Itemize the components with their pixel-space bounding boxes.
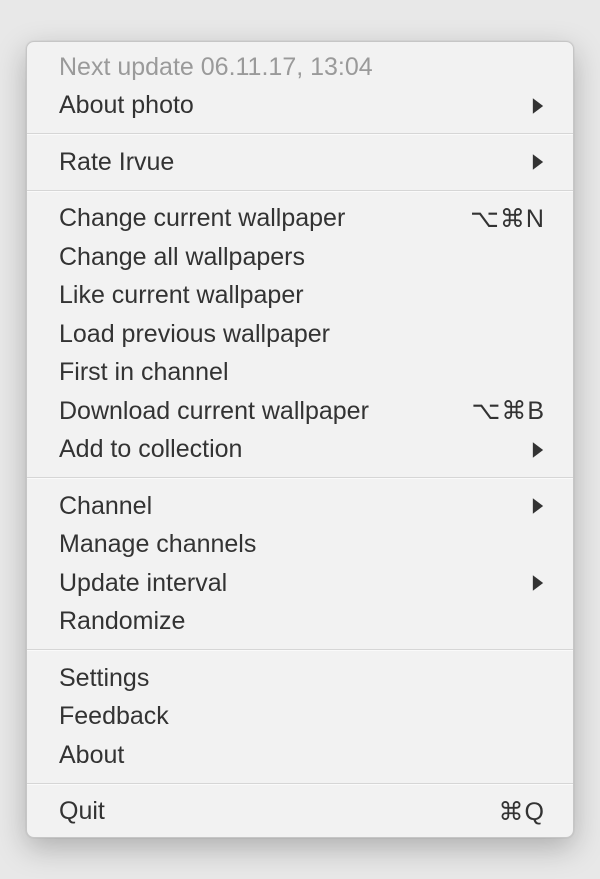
update-interval-label: Update interval	[59, 569, 517, 598]
about-photo-item[interactable]: About photo	[27, 87, 573, 126]
next-update-item: Next update 06.11.17, 13:04	[27, 48, 573, 87]
randomize-label: Randomize	[59, 607, 545, 636]
load-previous-wallpaper-label: Load previous wallpaper	[59, 320, 545, 349]
submenu-arrow-icon	[531, 497, 545, 515]
first-in-channel-item[interactable]: First in channel	[27, 354, 573, 393]
menu-separator	[27, 190, 573, 192]
feedback-label: Feedback	[59, 702, 545, 731]
submenu-arrow-icon	[531, 441, 545, 459]
rate-irvue-item[interactable]: Rate Irvue	[27, 143, 573, 182]
download-current-shortcut: ⌥⌘B	[472, 396, 545, 426]
download-current-wallpaper-item[interactable]: Download current wallpaper ⌥⌘B	[27, 392, 573, 431]
change-current-wallpaper-label: Change current wallpaper	[59, 204, 456, 233]
add-to-collection-label: Add to collection	[59, 435, 517, 464]
next-update-label: Next update 06.11.17, 13:04	[59, 53, 545, 82]
download-current-wallpaper-label: Download current wallpaper	[59, 397, 458, 426]
quit-label: Quit	[59, 797, 485, 826]
like-current-wallpaper-label: Like current wallpaper	[59, 281, 545, 310]
submenu-arrow-icon	[531, 574, 545, 592]
update-interval-item[interactable]: Update interval	[27, 564, 573, 603]
about-photo-label: About photo	[59, 91, 517, 120]
first-in-channel-label: First in channel	[59, 358, 545, 387]
channel-label: Channel	[59, 492, 517, 521]
manage-channels-item[interactable]: Manage channels	[27, 526, 573, 565]
quit-shortcut: ⌘Q	[499, 797, 545, 827]
menu-separator	[27, 783, 573, 785]
change-current-shortcut: ⌥⌘N	[470, 204, 545, 234]
randomize-item[interactable]: Randomize	[27, 603, 573, 642]
about-label: About	[59, 741, 545, 770]
context-menu: Next update 06.11.17, 13:04 About photo …	[26, 41, 574, 838]
manage-channels-label: Manage channels	[59, 530, 545, 559]
feedback-item[interactable]: Feedback	[27, 698, 573, 737]
add-to-collection-item[interactable]: Add to collection	[27, 431, 573, 470]
settings-label: Settings	[59, 664, 545, 693]
change-all-wallpapers-item[interactable]: Change all wallpapers	[27, 238, 573, 277]
about-item[interactable]: About	[27, 736, 573, 775]
change-all-wallpapers-label: Change all wallpapers	[59, 243, 545, 272]
submenu-arrow-icon	[531, 153, 545, 171]
menu-separator	[27, 133, 573, 135]
menu-separator	[27, 477, 573, 479]
menu-separator	[27, 649, 573, 651]
channel-item[interactable]: Channel	[27, 487, 573, 526]
settings-item[interactable]: Settings	[27, 659, 573, 698]
load-previous-wallpaper-item[interactable]: Load previous wallpaper	[27, 315, 573, 354]
quit-item[interactable]: Quit ⌘Q	[27, 793, 573, 832]
like-current-wallpaper-item[interactable]: Like current wallpaper	[27, 277, 573, 316]
change-current-wallpaper-item[interactable]: Change current wallpaper ⌥⌘N	[27, 200, 573, 239]
rate-irvue-label: Rate Irvue	[59, 148, 517, 177]
submenu-arrow-icon	[531, 97, 545, 115]
